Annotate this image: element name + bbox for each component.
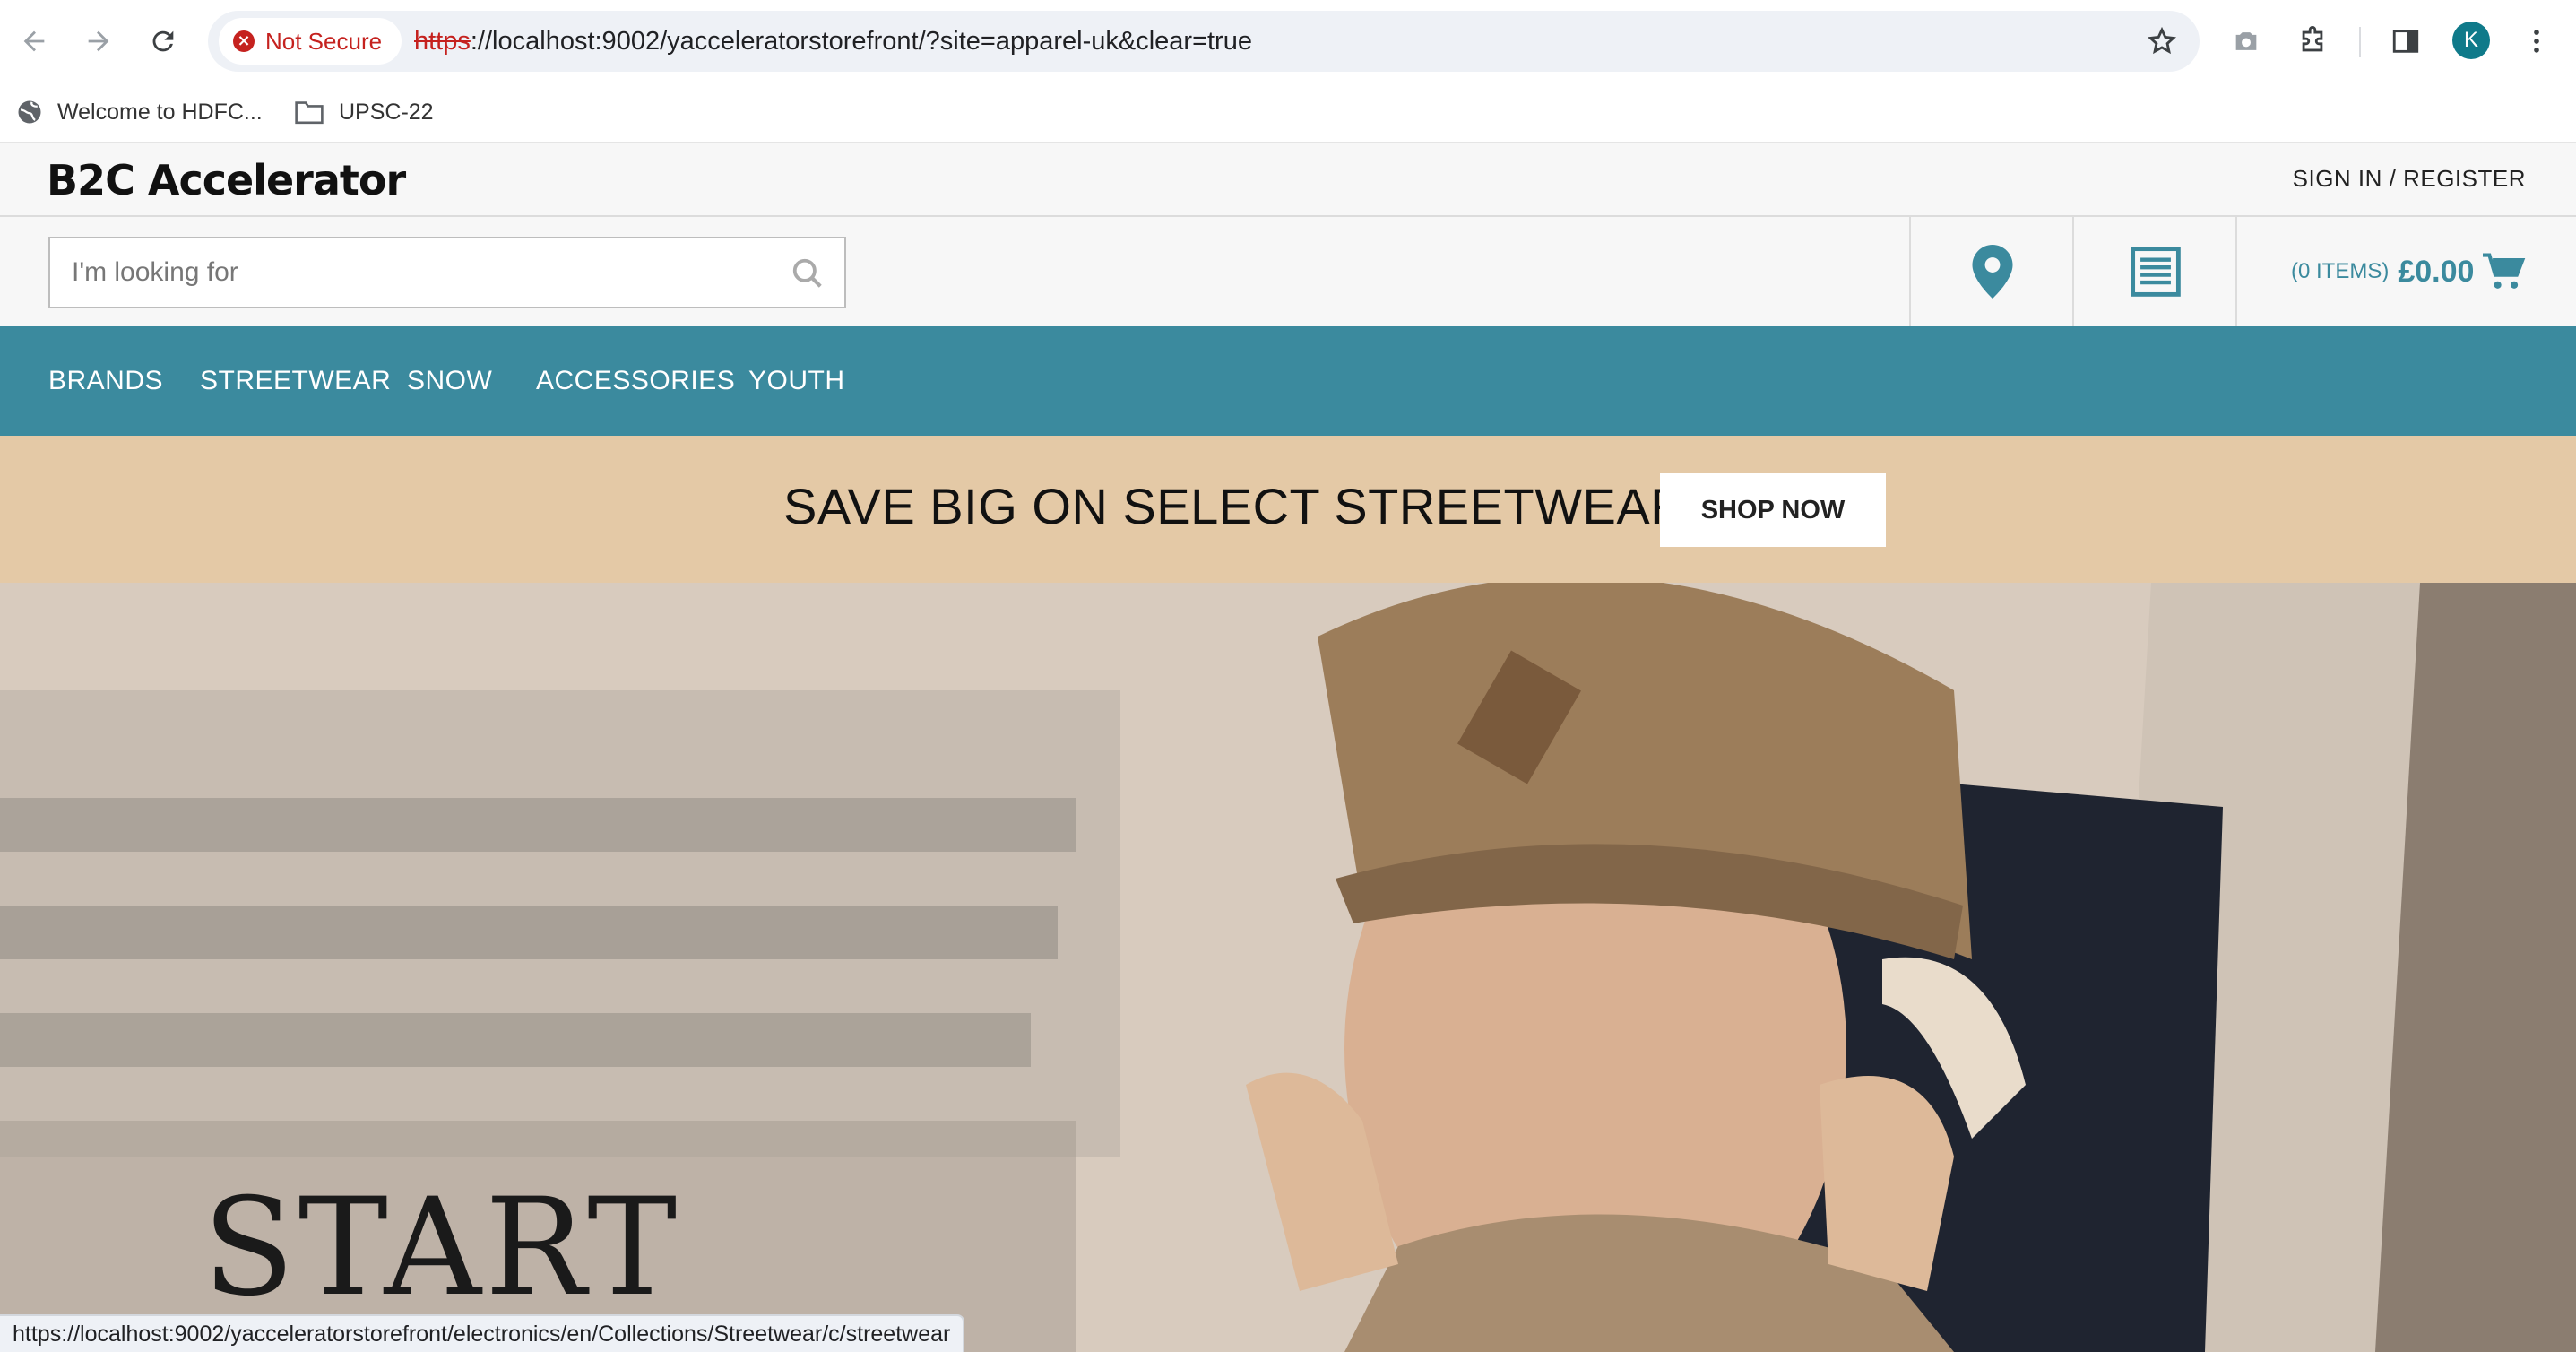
mini-cart[interactable]: (0 ITEMS) £0.00 (2235, 217, 2576, 326)
security-indicator[interactable]: × Not Secure (219, 18, 402, 65)
list-icon (2131, 247, 2181, 297)
site-logo[interactable]: B2C Accelerator (47, 156, 406, 204)
bookmark-label: Welcome to HDFC... (57, 99, 263, 125)
promo-banner: SAVE BIG ON SELECT STREETWEAR SHOP NOW (0, 436, 2576, 583)
address-bar[interactable]: × Not Secure https://localhost:9002/yacc… (208, 11, 2200, 72)
more-vertical-icon (2534, 30, 2539, 53)
nav-item-accessories[interactable]: ACCESSORIES (536, 326, 735, 436)
bookmark-folder-upsc[interactable]: UPSC-22 (294, 91, 434, 133)
url-path: ://localhost:9002/yacceleratorstorefront… (470, 27, 1252, 56)
side-panel-button[interactable] (2382, 18, 2429, 65)
bookmark-star-button[interactable] (2140, 20, 2183, 63)
promo-text: SAVE BIG ON SELECT STREETWEAR (783, 478, 1688, 534)
nav-item-brands[interactable]: BRANDS (48, 326, 163, 436)
hero-title: START (203, 1170, 681, 1326)
store-finder-button[interactable] (1909, 217, 2074, 326)
camera-icon (2235, 32, 2257, 50)
nav-item-snow[interactable]: SNOW (407, 326, 492, 436)
arrow-left-icon (23, 30, 45, 52)
back-button[interactable] (9, 16, 59, 66)
side-panel-icon (2392, 30, 2419, 53)
reload-button[interactable] (138, 16, 188, 66)
map-pin-icon (1972, 245, 2013, 299)
cart-total: £0.00 (2398, 254, 2475, 289)
cart-item-count: (0 ITEMS) (2291, 259, 2390, 283)
search-box (48, 237, 846, 308)
warning-icon: × (233, 30, 255, 52)
search-input[interactable] (50, 238, 767, 307)
bookmark-hdfc[interactable]: Welcome to HDFC... (16, 91, 263, 133)
folder-icon (295, 101, 324, 125)
arrow-right-icon (88, 30, 109, 52)
globe-icon (18, 100, 41, 124)
shop-now-button[interactable]: SHOP NOW (1660, 473, 1886, 547)
url-scheme: https (414, 27, 471, 56)
bookmarks-bar: Welcome to HDFC... UPSC-22 (0, 82, 2576, 143)
main-navigation: BRANDS STREETWEAR SNOW ACCESSORIES YOUTH (0, 326, 2576, 436)
nav-item-streetwear[interactable]: STREETWEAR (200, 326, 391, 436)
toolbar-divider (2359, 27, 2361, 57)
security-label: Not Secure (265, 27, 383, 55)
shopping-cart-icon (2483, 253, 2526, 289)
sign-in-register-link[interactable]: SIGN IN / REGISTER (2293, 165, 2526, 193)
screenshot-button[interactable] (2223, 18, 2269, 65)
star-icon (2147, 26, 2177, 55)
url-text[interactable]: https://localhost:9002/yacceleratorstore… (414, 11, 1252, 72)
quick-order-button[interactable] (2072, 217, 2237, 326)
puzzle-icon (2302, 26, 2323, 52)
profile-avatar[interactable]: K (2452, 22, 2490, 59)
forward-button[interactable] (73, 16, 124, 66)
site-header: B2C Accelerator SIGN IN / REGISTER (0, 143, 2576, 217)
search-icon[interactable] (791, 256, 825, 290)
reload-icon (152, 30, 174, 52)
bookmark-label: UPSC-22 (339, 99, 434, 125)
nav-item-youth[interactable]: YOUTH (748, 326, 845, 436)
status-bar-url: https://localhost:9002/yacceleratorstore… (0, 1314, 965, 1352)
extensions-button[interactable] (2289, 18, 2336, 65)
hero-banner[interactable]: START (0, 583, 2576, 1352)
browser-toolbar: × Not Secure https://localhost:9002/yacc… (0, 0, 2576, 82)
browser-menu-button[interactable] (2513, 18, 2560, 65)
search-utility-row: (0 ITEMS) £0.00 (0, 217, 2576, 326)
